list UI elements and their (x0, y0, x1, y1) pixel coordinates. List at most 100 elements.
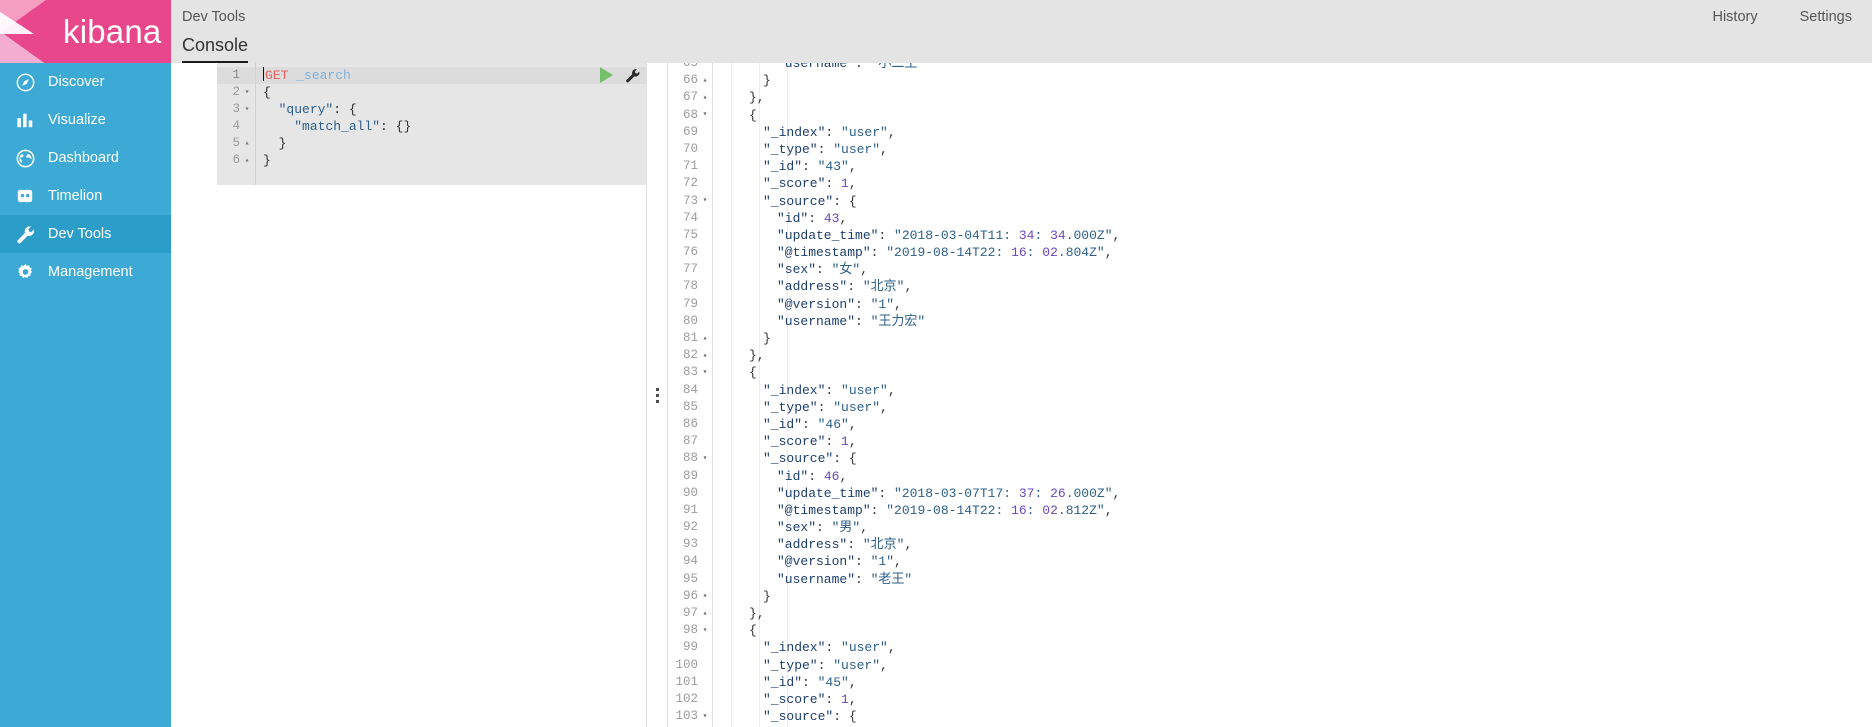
line-number: 70 (682, 141, 698, 156)
line-number: 93 (682, 537, 698, 552)
response-code-line[interactable]: "_score": 1, (713, 691, 1872, 708)
request-code-line[interactable]: GET _search (256, 67, 646, 84)
response-code-line[interactable]: "id": 46, (713, 468, 1872, 485)
tab-console[interactable]: Console (182, 33, 249, 64)
response-code-line[interactable]: "@timestamp": "2019-08-14T22: 16: 02.804… (713, 244, 1872, 261)
request-editor-pane[interactable]: 1 2 ▾ 3 ▾ 4 5 ▴ 6 ▴ GET _search{ "query": { "matc… (171, 63, 646, 727)
pane-splitter[interactable] (646, 63, 668, 727)
fold-toggle-icon[interactable]: ▴ (701, 592, 709, 600)
request-code-line[interactable]: "match_all": {} (256, 118, 646, 135)
request-code-line[interactable]: "query": { (256, 101, 646, 118)
response-code-line[interactable]: "_source": { (713, 193, 1872, 210)
response-code-line[interactable]: "_type": "user", (713, 399, 1872, 416)
response-line-number: 76 (668, 244, 712, 261)
kibana-logo[interactable]: kibana (0, 0, 171, 63)
response-code-line[interactable]: "@version": "1", (713, 553, 1872, 570)
response-code-line[interactable]: "_id": "45", (713, 674, 1872, 691)
sidebar-item-dev-tools[interactable]: Dev Tools (0, 215, 171, 253)
response-code-line[interactable]: "address": "北京", (713, 536, 1872, 553)
response-scrollbar[interactable] (1862, 63, 1872, 727)
response-code-line[interactable]: "_index": "user", (713, 382, 1872, 399)
response-code-line[interactable]: }, (713, 605, 1872, 622)
response-code-line[interactable]: "@version": "1", (713, 296, 1872, 313)
response-code-line[interactable]: "_type": "user", (713, 657, 1872, 674)
response-code-line[interactable]: { (713, 622, 1872, 639)
request-code-line[interactable]: } (256, 135, 646, 152)
fold-toggle-icon[interactable]: ▾ (701, 712, 709, 721)
response-line-number: 82 ▴ (668, 347, 712, 364)
response-code-line[interactable]: }, (713, 89, 1872, 106)
response-line-number: 68 ▾ (668, 107, 712, 124)
response-code-line[interactable]: "_source": { (713, 450, 1872, 467)
response-code-line[interactable]: "_id": "46", (713, 416, 1872, 433)
response-line-number: 97 ▴ (668, 605, 712, 622)
response-code-line[interactable]: "username": "老王" (713, 571, 1872, 588)
line-number: 73 (682, 193, 698, 208)
line-number: 79 (682, 296, 698, 311)
response-code-line[interactable]: "_score": 1, (713, 175, 1872, 192)
request-code-line[interactable]: { (256, 84, 646, 101)
response-code-line[interactable]: } (713, 72, 1872, 89)
response-code-line[interactable]: { (713, 107, 1872, 124)
fold-toggle-icon[interactable]: ▴ (243, 135, 251, 152)
response-pane[interactable]: 65 66 ▴ 67 ▴ 68 ▾ 69 70 71 72 73 ▾ 74 75 76 77 78 79 80 81 ▴ 8… (668, 63, 1872, 727)
request-code[interactable]: GET _search{ "query": { "match_all": {} … (255, 63, 646, 185)
fold-toggle-icon[interactable]: ▴ (701, 351, 709, 360)
fold-toggle-icon[interactable]: ▾ (243, 101, 251, 118)
response-code-line[interactable]: "_type": "user", (713, 141, 1872, 158)
response-code-line[interactable]: "id": 43, (713, 210, 1872, 227)
response-code-line[interactable]: "_score": 1, (713, 433, 1872, 450)
fold-toggle-icon[interactable]: ▴ (701, 334, 709, 343)
sidebar-item-management[interactable]: Management (0, 253, 171, 291)
response-line-number: 87 (668, 433, 712, 450)
wrench-icon[interactable] (625, 68, 640, 83)
response-code-line[interactable]: { (713, 364, 1872, 381)
request-code-line[interactable]: } (256, 152, 646, 169)
response-line-number: 85 (668, 399, 712, 416)
sidebar-item-timelion[interactable]: Timelion (0, 177, 171, 215)
response-code-line[interactable]: "_index": "user", (713, 639, 1872, 656)
response-code-line[interactable]: "sex": "男", (713, 519, 1872, 536)
response-code-line[interactable]: "update_time": "2018-03-07T17: 37: 26.00… (713, 485, 1872, 502)
line-number: 67 (682, 90, 698, 105)
line-number: 94 (682, 554, 698, 569)
response-code-line[interactable]: "@timestamp": "2019-08-14T22: 16: 02.812… (713, 502, 1872, 519)
line-number: 2 (232, 85, 240, 99)
sidebar-item-dashboard[interactable]: Dashboard (0, 139, 171, 177)
fold-toggle-icon[interactable]: ▴ (701, 76, 709, 85)
response-code-line[interactable]: "address": "北京", (713, 278, 1872, 295)
fold-toggle-icon[interactable]: ▾ (701, 111, 709, 119)
send-request-play-icon[interactable] (600, 67, 613, 83)
response-code-line[interactable]: "username": "小二王" (713, 63, 1872, 72)
sidebar-item-discover[interactable]: Discover (0, 63, 171, 101)
line-number: 80 (682, 313, 698, 328)
response-code[interactable]: "username": "小二王"}},{"_index": "user", "_… (713, 63, 1872, 727)
line-number: 71 (682, 159, 698, 174)
fold-toggle-icon[interactable]: ▴ (701, 609, 709, 618)
response-code-line[interactable]: "_source": { (713, 708, 1872, 725)
response-line-number: 77 (668, 261, 712, 278)
response-code-line[interactable]: "_id": "43", (713, 158, 1872, 175)
fold-toggle-icon[interactable]: ▴ (243, 152, 251, 169)
response-code-line[interactable]: } (713, 330, 1872, 347)
response-line-number: 86 (668, 416, 712, 433)
response-line-number: 90 (668, 485, 712, 502)
response-code-line[interactable]: } (713, 588, 1872, 605)
request-editor[interactable]: 1 2 ▾ 3 ▾ 4 5 ▴ 6 ▴ GET _search{ "query": { "matc… (217, 63, 646, 185)
response-code-line[interactable]: }, (713, 347, 1872, 364)
response-code-line[interactable]: "_index": "user", (713, 124, 1872, 141)
history-link[interactable]: History (1712, 9, 1757, 25)
fold-toggle-icon[interactable]: ▾ (243, 84, 251, 101)
top-bar: Dev Tools History Settings (171, 0, 1872, 33)
fold-toggle-icon[interactable]: ▾ (701, 626, 709, 635)
fold-toggle-icon[interactable]: ▴ (701, 93, 709, 102)
response-code-line[interactable]: "username": "王力宏" (713, 313, 1872, 330)
response-code-line[interactable]: "update_time": "2018-03-04T11: 34: 34.00… (713, 227, 1872, 244)
response-line-number: 71 (668, 158, 712, 175)
settings-link[interactable]: Settings (1800, 9, 1852, 25)
fold-toggle-icon[interactable]: ▾ (701, 368, 709, 377)
fold-toggle-icon[interactable]: ▾ (701, 454, 709, 463)
fold-toggle-icon[interactable]: ▾ (701, 197, 709, 205)
sidebar-item-visualize[interactable]: Visualize (0, 101, 171, 139)
response-code-line[interactable]: "sex": "女", (713, 261, 1872, 278)
